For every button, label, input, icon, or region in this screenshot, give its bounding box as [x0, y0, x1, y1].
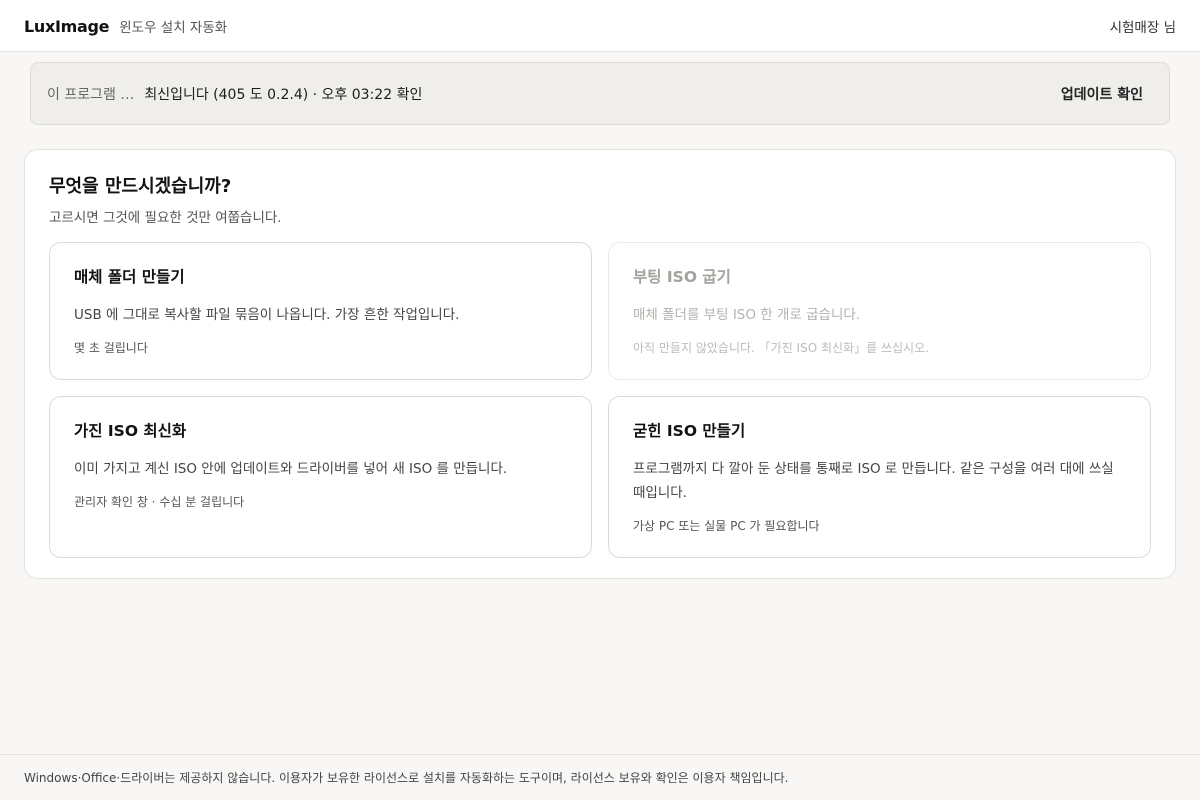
card-make-frozen-iso[interactable]: 굳힌 ISO 만들기 프로그램까지 다 깔아 둔 상태를 통째로 ISO 로 만…: [608, 396, 1151, 558]
brand-subtitle: 윈도우 설치 자동화: [119, 19, 228, 36]
card-note: 아직 만들지 않았습니다. 「가진 ISO 최신화」를 쓰십시오.: [633, 341, 929, 355]
check-update-button[interactable]: 업데이트 확인: [1061, 84, 1143, 104]
card-description: USB 에 그대로 복사할 파일 묶음이 나옵니다. 가장 흔한 작업입니다.: [74, 307, 460, 323]
brand-name: LuxImage: [24, 16, 110, 36]
card-burn-boot-iso: 부팅 ISO 굽기 매체 폴더를 부팅 ISO 한 개로 굽습니다. 아직 만들…: [608, 242, 1151, 380]
card-title: 굳힌 ISO 만들기: [633, 422, 746, 440]
header: LuxImage 윈도우 설치 자동화 시험매장 님: [0, 0, 1200, 52]
update-status: 최신입니다 (405 도 0.2.4) · 오후 03:22 확인: [144, 86, 423, 103]
update-banner-info: 이 프로그램 … 최신입니다 (405 도 0.2.4) · 오후 03:22 …: [47, 84, 422, 104]
page-title: 무엇을 만드시겠습니까?: [49, 176, 232, 197]
page-description: 고르시면 그것에 필요한 것만 여쭙습니다.: [49, 210, 282, 226]
card-note: 가상 PC 또는 실물 PC 가 필요합니다: [633, 519, 820, 533]
card-title: 가진 ISO 최신화: [74, 422, 187, 440]
card-note: 몇 초 걸립니다: [74, 341, 148, 355]
task-selection-panel: 무엇을 만드시겠습니까? 고르시면 그것에 필요한 것만 여쭙습니다. 매체 폴…: [24, 149, 1176, 579]
card-title: 매체 폴더 만들기: [74, 268, 185, 286]
card-make-media-folder[interactable]: 매체 폴더 만들기 USB 에 그대로 복사할 파일 묶음이 나옵니다. 가장 …: [49, 242, 592, 380]
user-name[interactable]: 시험매장 님: [1110, 16, 1176, 36]
card-description: 매체 폴더를 부팅 ISO 한 개로 굽습니다.: [633, 307, 861, 323]
license-disclaimer: Windows·Office·드라이버는 제공하지 않습니다. 이용자가 보유한…: [24, 771, 789, 785]
card-description: 프로그램까지 다 깔아 둔 상태를 통째로 ISO 로 만듭니다. 같은 구성을…: [633, 461, 1114, 501]
update-banner: 이 프로그램 … 최신입니다 (405 도 0.2.4) · 오후 03:22 …: [30, 62, 1170, 125]
card-update-existing-iso[interactable]: 가진 ISO 최신화 이미 가지고 계신 ISO 안에 업데이트와 드라이버를 …: [49, 396, 592, 558]
update-banner-label: 이 프로그램 …: [47, 86, 135, 103]
brand: LuxImage 윈도우 설치 자동화: [24, 16, 227, 36]
app-window: LuxImage 윈도우 설치 자동화 시험매장 님 이 프로그램 … 최신입니…: [0, 0, 1200, 800]
footer: Windows·Office·드라이버는 제공하지 않습니다. 이용자가 보유한…: [0, 754, 1200, 800]
card-title: 부팅 ISO 굽기: [633, 268, 731, 286]
card-description: 이미 가지고 계신 ISO 안에 업데이트와 드라이버를 넣어 새 ISO 를 …: [74, 461, 508, 477]
card-note: 관리자 확인 창 · 수십 분 걸립니다: [74, 495, 245, 509]
